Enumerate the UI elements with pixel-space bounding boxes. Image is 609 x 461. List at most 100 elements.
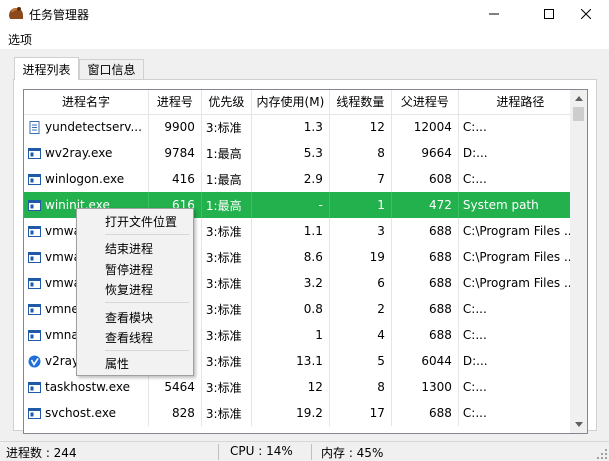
cell-priority: 3:标准 <box>201 322 252 348</box>
table-row[interactable]: taskhostw.exe 5464 3:标准 12 8 1300 C:... <box>24 374 583 400</box>
minimize-button[interactable] <box>471 0 517 27</box>
cell-memory: 5.3 <box>251 140 330 166</box>
table-row[interactable]: yundetectserv... 9900 3:标准 1.3 12 12004 C:... <box>24 114 583 140</box>
table-row[interactable]: wv2ray.exe 9784 1:最高 5.3 8 9664 D:... <box>24 140 583 166</box>
cell-memory: 1.3 <box>251 114 330 140</box>
status-bar: 进程数 : 244 CPU : 14% 内存 : 45% <box>0 441 609 461</box>
column-header-name[interactable]: 进程名字 <box>24 90 149 115</box>
menu-options[interactable]: 选项 <box>8 31 32 48</box>
column-header-path[interactable]: 进程路径 <box>458 90 583 115</box>
cell-threads: 1 <box>329 192 392 218</box>
process-name-text: v2ray <box>45 354 80 368</box>
chevron-down-icon <box>574 422 583 427</box>
maximize-icon <box>544 8 554 19</box>
resize-grip-icon[interactable] <box>597 449 607 459</box>
cell-memory: - <box>251 192 330 218</box>
cell-memory: 1.1 <box>251 218 330 244</box>
scroll-down-button[interactable] <box>570 416 587 433</box>
menu-end-process[interactable]: 结束进程 <box>105 240 153 257</box>
context-menu: 打开文件位置 结束进程 暂停进程 恢复进程 查看模块 查看线程 属性 <box>76 208 194 376</box>
column-header-ppid[interactable]: 父进程号 <box>391 90 459 115</box>
app-window-icon <box>28 329 41 342</box>
cell-priority: 3:标准 <box>201 244 252 270</box>
app-window-icon <box>28 173 41 186</box>
cell-memory: 3.2 <box>251 270 330 296</box>
column-header-priority[interactable]: 优先级 <box>201 90 252 115</box>
cell-memory: 19.2 <box>251 400 330 426</box>
v2ray-logo-icon <box>28 355 41 368</box>
process-name-text: winlogon.exe <box>45 172 125 186</box>
cell-pid: 828 <box>148 400 202 426</box>
cell-path: C:\Program Files ... <box>458 244 583 270</box>
table-header: 进程名字 进程号 优先级 内存使用(M) 线程数量 父进程号 进程路径 <box>24 90 583 115</box>
cell-ppid: 1300 <box>391 374 459 400</box>
app-window-icon <box>28 225 41 238</box>
cell-path: C:... <box>458 114 583 140</box>
table-row[interactable]: winlogon.exe 416 1:最高 2.9 7 608 C:... <box>24 166 583 192</box>
column-header-threads[interactable]: 线程数量 <box>329 90 392 115</box>
close-icon <box>581 8 591 19</box>
menu-suspend-process[interactable]: 暂停进程 <box>105 261 153 278</box>
minimize-icon <box>489 13 499 14</box>
cell-process-name: winlogon.exe <box>24 166 149 192</box>
vertical-scrollbar[interactable] <box>570 90 587 433</box>
cell-priority: 3:标准 <box>201 218 252 244</box>
menu-open-file-location[interactable]: 打开文件位置 <box>105 213 177 230</box>
process-name-wrap: svchost.exe <box>28 406 142 420</box>
cell-threads: 12 <box>329 114 392 140</box>
cell-priority: 3:标准 <box>201 270 252 296</box>
app-window-icon <box>28 251 41 264</box>
scroll-thumb[interactable] <box>573 107 584 121</box>
cell-ppid: 9664 <box>391 140 459 166</box>
cell-path: C:... <box>458 374 583 400</box>
menu-properties[interactable]: 属性 <box>105 355 129 372</box>
title-bar: 任务管理器 <box>0 0 609 27</box>
column-header-memory[interactable]: 内存使用(M) <box>251 90 330 115</box>
process-name-text: svchost.exe <box>45 406 116 420</box>
cell-priority: 1:最高 <box>201 192 252 218</box>
cell-pid: 9784 <box>148 140 202 166</box>
cell-memory: 2.9 <box>251 166 330 192</box>
menu-view-threads[interactable]: 查看线程 <box>105 329 153 346</box>
column-header-pid[interactable]: 进程号 <box>148 90 202 115</box>
cell-memory: 13.1 <box>251 348 330 374</box>
process-name-text: wv2ray.exe <box>45 146 113 160</box>
menu-resume-process[interactable]: 恢复进程 <box>105 281 153 298</box>
cell-path: C:\Program Files ... <box>458 218 583 244</box>
process-name-text: vmna <box>45 328 79 342</box>
cell-pid: 416 <box>148 166 202 192</box>
status-memory: 内存 : 45% <box>321 446 384 460</box>
close-button[interactable] <box>563 0 609 27</box>
tab-process-list[interactable]: 进程列表 <box>14 57 79 80</box>
menu-bar: 选项 <box>0 27 609 49</box>
cell-ppid: 688 <box>391 296 459 322</box>
cell-path: C:... <box>458 166 583 192</box>
chevron-up-icon <box>574 96 583 101</box>
menu-separator <box>105 302 189 303</box>
cell-path: C:... <box>458 296 583 322</box>
process-name-wrap: winlogon.exe <box>28 172 142 186</box>
cell-priority: 3:标准 <box>201 114 252 140</box>
table-row[interactable]: svchost.exe 828 3:标准 19.2 17 688 C:... <box>24 400 583 426</box>
cell-path: D:... <box>458 348 583 374</box>
app-window-icon <box>28 277 41 290</box>
app-window-icon <box>28 381 41 394</box>
cell-ppid: 6044 <box>391 348 459 374</box>
cell-ppid: 688 <box>391 218 459 244</box>
cell-memory: 8.6 <box>251 244 330 270</box>
cell-threads: 5 <box>329 348 392 374</box>
cell-threads: 8 <box>329 140 392 166</box>
tab-window-info[interactable]: 窗口信息 <box>79 59 144 79</box>
cell-path: D:... <box>458 140 583 166</box>
cell-path: C:\Program Files ... <box>458 270 583 296</box>
cell-memory: 1 <box>251 322 330 348</box>
menu-view-modules[interactable]: 查看模块 <box>105 309 153 326</box>
cell-priority: 3:标准 <box>201 374 252 400</box>
cell-threads: 3 <box>329 218 392 244</box>
tab-label: 进程列表 <box>22 62 71 77</box>
cell-threads: 8 <box>329 374 392 400</box>
cell-process-name: wv2ray.exe <box>24 140 149 166</box>
cell-ppid: 12004 <box>391 114 459 140</box>
scroll-up-button[interactable] <box>570 90 587 107</box>
cell-threads: 7 <box>329 166 392 192</box>
